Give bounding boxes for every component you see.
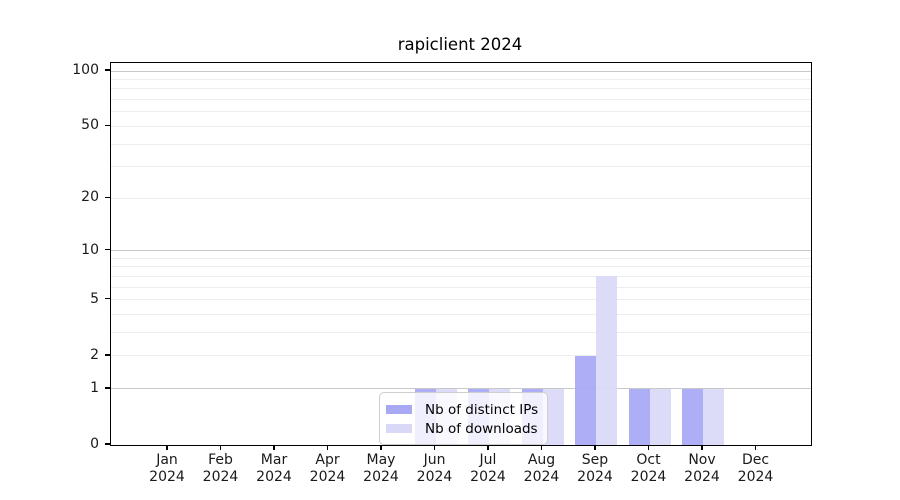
bar-downloads-nov bbox=[703, 389, 724, 445]
legend-label-downloads: Nb of downloads bbox=[425, 421, 538, 437]
minor-gridline bbox=[111, 126, 811, 127]
x-tick-mark bbox=[755, 445, 756, 450]
y-tick-mark bbox=[105, 298, 110, 299]
major-gridline bbox=[111, 71, 811, 72]
chart-title: rapiclient 2024 bbox=[110, 35, 810, 54]
y-tick-mark bbox=[105, 443, 110, 444]
bar-distinct-ips-oct bbox=[629, 389, 650, 445]
bar-distinct-ips-nov bbox=[682, 389, 703, 445]
legend: Nb of distinct IPs Nb of downloads bbox=[379, 392, 548, 445]
y-tick-label: 100 bbox=[39, 63, 99, 77]
plot-area: Nb of distinct IPs Nb of downloads bbox=[110, 62, 812, 446]
x-tick-mark bbox=[648, 445, 649, 450]
x-tick-mark bbox=[541, 445, 542, 450]
y-tick-label: 50 bbox=[39, 118, 99, 132]
bar-downloads-oct bbox=[650, 389, 671, 445]
minor-gridline bbox=[111, 299, 811, 300]
x-tick-mark bbox=[434, 445, 435, 450]
minor-gridline bbox=[111, 258, 811, 259]
minor-gridline bbox=[111, 79, 811, 80]
minor-gridline bbox=[111, 355, 811, 356]
minor-gridline bbox=[111, 314, 811, 315]
x-tick-label: Dec2024 bbox=[716, 452, 796, 485]
minor-gridline bbox=[111, 111, 811, 112]
legend-item-distinct-ips: Nb of distinct IPs bbox=[386, 400, 538, 419]
x-tick-month: Dec bbox=[716, 452, 796, 469]
minor-gridline bbox=[111, 99, 811, 100]
major-gridline bbox=[111, 250, 811, 251]
minor-gridline bbox=[111, 287, 811, 288]
bar-distinct-ips-sep bbox=[575, 356, 596, 445]
y-tick-mark bbox=[105, 387, 110, 388]
x-tick-mark bbox=[220, 445, 221, 450]
minor-gridline bbox=[111, 166, 811, 167]
minor-gridline bbox=[111, 144, 811, 145]
minor-gridline bbox=[111, 266, 811, 267]
x-tick-year: 2024 bbox=[716, 469, 796, 486]
x-tick-mark bbox=[701, 445, 702, 450]
y-tick-mark bbox=[105, 249, 110, 250]
legend-swatch-distinct-ips bbox=[386, 405, 412, 414]
bar-downloads-sep bbox=[596, 276, 617, 445]
x-tick-mark bbox=[380, 445, 381, 450]
y-tick-label: 10 bbox=[39, 243, 99, 257]
x-tick-mark bbox=[487, 445, 488, 450]
x-tick-mark bbox=[594, 445, 595, 450]
y-tick-label: 1 bbox=[39, 381, 99, 395]
minor-gridline bbox=[111, 332, 811, 333]
chart-figure: rapiclient 2024 Nb of distinct IPs Nb of… bbox=[0, 0, 900, 500]
minor-gridline bbox=[111, 276, 811, 277]
y-tick-mark bbox=[105, 354, 110, 355]
x-tick-mark bbox=[273, 445, 274, 450]
y-tick-mark bbox=[105, 69, 110, 70]
minor-gridline bbox=[111, 88, 811, 89]
y-tick-label: 0 bbox=[39, 437, 99, 451]
legend-label-distinct-ips: Nb of distinct IPs bbox=[425, 402, 538, 418]
y-tick-mark bbox=[105, 125, 110, 126]
y-tick-label: 5 bbox=[39, 292, 99, 306]
y-tick-mark bbox=[105, 197, 110, 198]
legend-swatch-downloads bbox=[386, 424, 412, 433]
y-tick-label: 2 bbox=[39, 348, 99, 362]
legend-item-downloads: Nb of downloads bbox=[386, 419, 538, 438]
minor-gridline bbox=[111, 198, 811, 199]
x-tick-mark bbox=[166, 445, 167, 450]
x-tick-mark bbox=[327, 445, 328, 450]
y-tick-label: 20 bbox=[39, 190, 99, 204]
